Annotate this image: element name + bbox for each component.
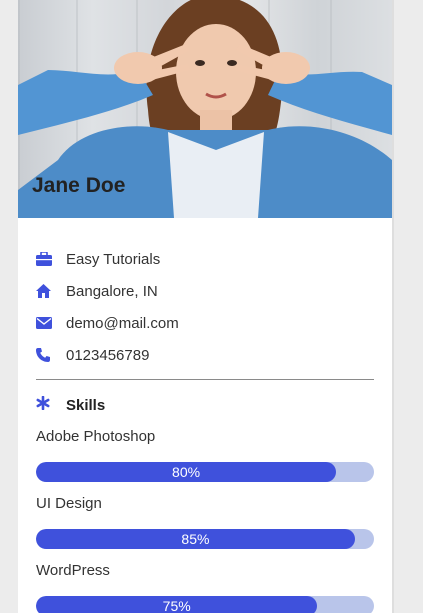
skill-progress-bar: 75% bbox=[36, 596, 374, 613]
skill-progress-bar: 80% bbox=[36, 462, 374, 482]
company-text: Easy Tutorials bbox=[66, 250, 161, 268]
phone-text: 0123456789 bbox=[66, 346, 150, 364]
skill-percent-label: 80% bbox=[172, 464, 201, 480]
info-row-phone: 0123456789 bbox=[36, 339, 376, 371]
info-row-location: Bangalore, IN bbox=[36, 275, 376, 307]
skills-header: Skills bbox=[36, 393, 105, 417]
skill-item: Adobe Photoshop 80% bbox=[36, 427, 374, 482]
profile-photo: Jane Doe bbox=[18, 0, 392, 218]
skills-title: Skills bbox=[66, 396, 106, 414]
asterisk-icon bbox=[36, 395, 50, 415]
skill-name: Adobe Photoshop bbox=[36, 428, 156, 445]
phone-icon bbox=[36, 348, 66, 362]
home-icon bbox=[36, 284, 66, 298]
email-text: demo@mail.com bbox=[66, 314, 179, 332]
section-divider bbox=[36, 379, 374, 380]
envelope-icon bbox=[36, 317, 66, 329]
briefcase-icon bbox=[36, 252, 66, 266]
skill-percent-label: 75% bbox=[162, 598, 191, 613]
skill-item: UI Design 85% bbox=[36, 494, 374, 549]
skill-percent-label: 85% bbox=[181, 531, 210, 547]
skill-item: WordPress 75% bbox=[36, 561, 374, 613]
info-row-email: demo@mail.com bbox=[36, 307, 376, 339]
card-edge-shadow bbox=[392, 0, 394, 613]
skill-name: UI Design bbox=[36, 495, 102, 512]
page: Jane Doe Easy Tutorials Bangalore, IN de… bbox=[0, 0, 423, 613]
profile-card: Jane Doe Easy Tutorials Bangalore, IN de… bbox=[18, 0, 392, 613]
profile-name: Jane Doe bbox=[32, 174, 126, 197]
contact-info-list: Easy Tutorials Bangalore, IN demo@mail.c… bbox=[36, 243, 376, 371]
skill-name: WordPress bbox=[36, 562, 110, 579]
info-row-company: Easy Tutorials bbox=[36, 243, 376, 275]
skill-progress-bar: 85% bbox=[36, 529, 374, 549]
location-text: Bangalore, IN bbox=[66, 282, 158, 300]
